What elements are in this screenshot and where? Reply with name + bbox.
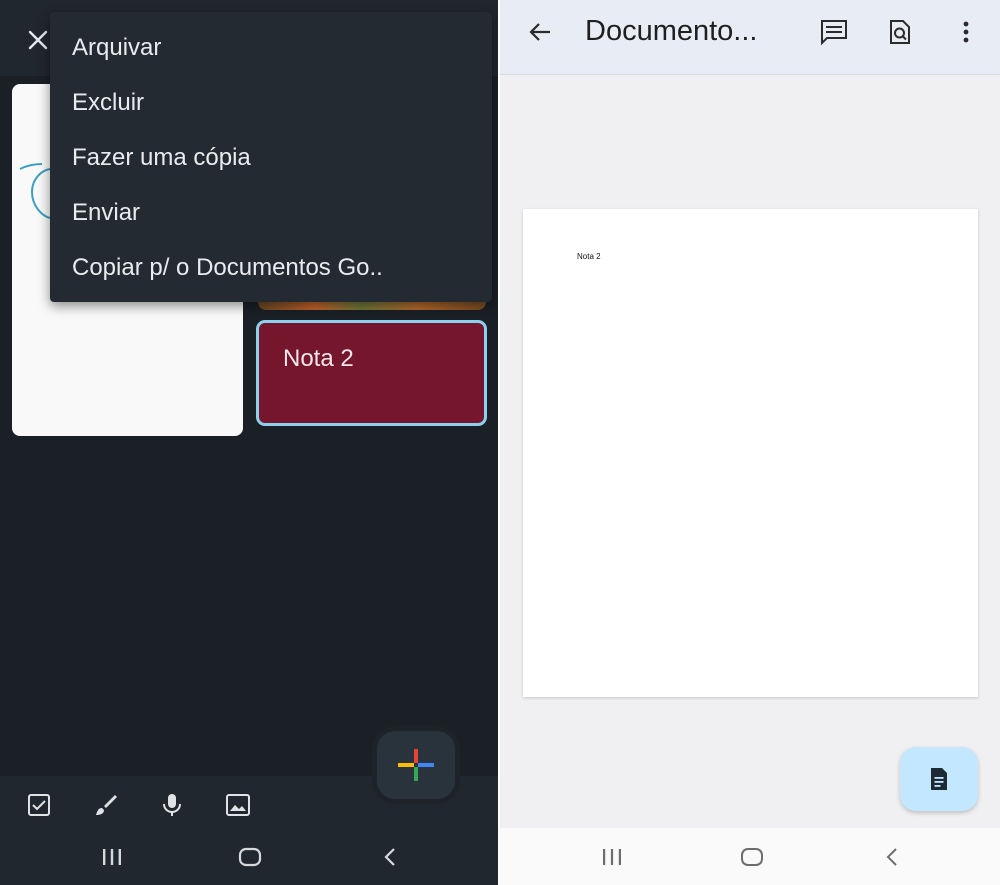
overflow-menu: Arquivar Excluir Fazer uma cópia Enviar … [50,12,492,302]
new-image-button[interactable] [223,790,253,820]
note-title: Nota 2 [283,345,354,372]
recents-icon [603,849,621,865]
back-button[interactable] [877,842,907,872]
document-icon [931,768,947,790]
menu-item-enviar[interactable]: Enviar [50,187,492,242]
comments-button[interactable] [816,14,852,50]
note-card-nota-2[interactable]: Nota 2 [256,320,487,426]
menu-item-copiar-docs[interactable]: Copiar p/ o Documentos Go.. [50,242,492,297]
close-icon [28,30,48,50]
home-button[interactable] [235,842,265,872]
back-chevron-icon [384,848,395,866]
document-title: Documento... [585,15,758,47]
home-icon [238,847,262,867]
arrow-back-icon [529,23,550,41]
comment-icon [821,20,847,46]
keep-panel: Nota 2 Arquivar Excluir Fazer uma cópia … [0,0,498,885]
brush-icon [96,795,117,815]
mic-icon [163,794,181,816]
menu-item-fazer-copia[interactable]: Fazer uma cópia [50,132,492,187]
new-list-button[interactable] [24,790,54,820]
menu-item-arquivar[interactable]: Arquivar [50,22,492,77]
new-note-fab[interactable] [377,731,455,799]
docs-panel: Documento... Nota 2 [500,0,1000,885]
docs-system-nav [500,828,1000,885]
add-multicolor-icon [398,749,434,781]
image-icon [226,794,250,816]
docs-back-button[interactable] [522,14,558,50]
new-drawing-button[interactable] [91,790,121,820]
back-chevron-icon [886,848,897,866]
recents-icon [103,849,121,865]
edit-document-fab[interactable] [900,747,978,811]
recent-apps-button[interactable] [97,842,127,872]
back-button[interactable] [375,842,405,872]
more-vert-icon [963,21,969,43]
find-in-page-icon [890,20,910,44]
document-text: Nota 2 [577,252,601,261]
document-page[interactable]: Nota 2 [523,209,978,697]
new-audio-button[interactable] [157,790,187,820]
checkbox-icon [28,794,50,816]
more-options-button[interactable] [948,14,984,50]
home-button[interactable] [737,842,767,872]
recent-apps-button[interactable] [597,842,627,872]
home-icon [741,848,763,866]
menu-item-excluir[interactable]: Excluir [50,77,492,132]
docs-app-bar: Documento... [500,0,1000,75]
find-in-document-button[interactable] [882,14,918,50]
